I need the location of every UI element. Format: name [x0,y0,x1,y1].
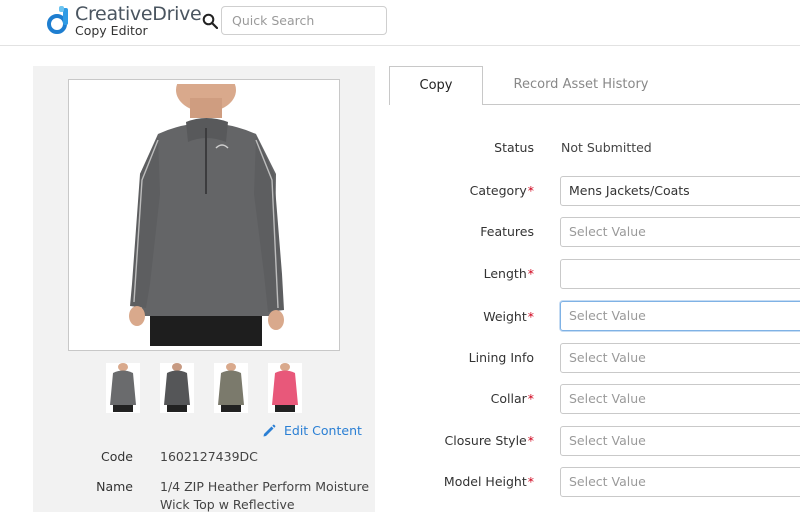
code-value: 1602127439DC [160,449,258,464]
category-label: Category* [469,183,534,198]
tab-copy[interactable]: Copy [389,66,483,105]
weight-field[interactable]: Select Value [560,301,800,331]
length-field[interactable] [560,259,800,289]
features-label: Features [480,224,534,239]
pencil-icon [263,424,276,437]
app-header: CreativeDrive Copy Editor [0,0,800,46]
required-marker: * [527,266,534,281]
model-height-field[interactable]: Select Value [560,467,800,497]
category-field[interactable]: Mens Jackets/Coats [560,176,800,206]
closure-style-label: Closure Style* [444,433,534,448]
tab-record-asset-history[interactable]: Record Asset History [484,66,678,104]
product-main-image [106,84,304,346]
status-label: Status [494,140,534,155]
tab-divider [483,104,800,105]
collar-field[interactable]: Select Value [560,384,800,414]
thumbnail-grey[interactable] [106,363,140,413]
main-image-frame [68,79,340,351]
lining-info-label: Lining Info [468,350,534,365]
name-value: 1/4 ZIP Heather Perform Moisture Wick To… [160,479,370,512]
features-field[interactable]: Select Value [560,217,800,247]
collar-label: Collar* [490,391,534,406]
product-panel: Edit Content Code 1602127439DC Name 1/4 … [33,66,375,512]
required-marker: * [527,183,534,198]
app-subtitle: Copy Editor [75,23,148,38]
name-label: Name [96,479,133,494]
code-label: Code [100,449,133,464]
status-value: Not Submitted [561,140,652,155]
closure-style-field[interactable]: Select Value [560,426,800,456]
required-marker: * [527,391,534,406]
quick-search-input[interactable] [221,6,387,35]
search-icon[interactable] [202,13,218,29]
brand-name: CreativeDrive [75,3,202,25]
length-label: Length* [483,266,534,281]
thumbnail-pink[interactable] [268,363,302,413]
thumbnail-olive[interactable] [214,363,248,413]
thumbnail-charcoal[interactable] [160,363,194,413]
weight-label: Weight* [483,309,534,324]
required-marker: * [527,433,534,448]
lining-info-field[interactable]: Select Value [560,343,800,373]
required-marker: * [527,474,534,489]
edit-content-label: Edit Content [284,423,362,438]
creativedrive-logo-icon[interactable] [45,6,71,36]
model-height-label: Model Height* [443,474,534,489]
required-marker: * [527,309,534,324]
